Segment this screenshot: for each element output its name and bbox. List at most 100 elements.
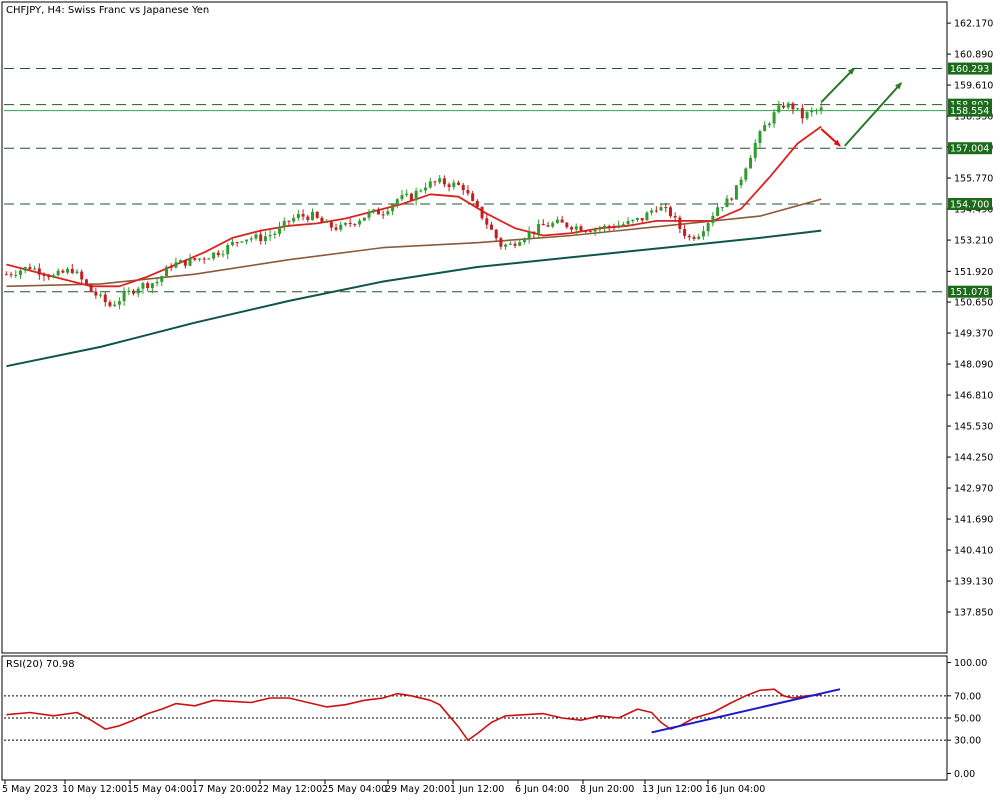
main-chart-frame (1, 1, 948, 654)
rsi-tick-label: 100.00 (954, 658, 987, 669)
bull-candle (405, 193, 409, 196)
bull-candle (716, 207, 720, 216)
bull-candle (626, 220, 630, 225)
price-tick-label: 155.770 (954, 174, 993, 185)
bull-candle (263, 236, 267, 242)
bear-candle (348, 222, 352, 225)
bear-candle (235, 242, 239, 244)
bull-candle (226, 244, 230, 255)
bear-candle (461, 184, 465, 191)
bear-candle (612, 226, 616, 228)
bear-candle (791, 103, 795, 110)
bull-candle (814, 110, 818, 112)
bear-candle (301, 213, 305, 217)
bull-candle (551, 223, 555, 227)
bear-candle (607, 225, 611, 227)
bear-candle (532, 231, 536, 234)
bull-candle (518, 242, 522, 246)
bull-candle (701, 231, 705, 237)
bear-candle (457, 182, 461, 185)
bull-candle (720, 207, 724, 209)
time-tick-label: 13 Jun 12:00 (642, 784, 702, 795)
bull-candle (56, 270, 60, 276)
bear-candle (334, 227, 338, 230)
bull-candle (777, 105, 781, 113)
bull-candle (753, 142, 757, 158)
bear-candle (730, 198, 734, 200)
bear-candle (565, 222, 569, 228)
bull-candle (325, 221, 329, 223)
bear-candle (84, 279, 88, 285)
rsi-title: RSI(20) 70.98 (6, 659, 75, 670)
price-tick-label: 149.370 (954, 329, 993, 340)
bull-candle (617, 225, 621, 228)
bear-candle (664, 207, 668, 209)
bear-candle (499, 238, 503, 247)
bull-candle (249, 238, 253, 240)
bear-candle (800, 108, 804, 119)
bear-candle (216, 252, 220, 256)
bull-candle (711, 215, 715, 224)
bear-candle (320, 217, 324, 223)
bear-candle (169, 266, 173, 268)
bull-candle (819, 107, 823, 111)
bear-candle (485, 218, 489, 225)
bull-candle (136, 288, 140, 294)
bull-candle (174, 262, 178, 268)
bull-candle (362, 217, 366, 221)
price-tick-label: 146.810 (954, 391, 993, 402)
bear-candle (570, 227, 574, 230)
time-tick-label: 1 Jun 12:00 (450, 784, 504, 795)
bull-candle (645, 212, 649, 221)
bear-candle (329, 221, 333, 228)
bull-candle (99, 294, 103, 296)
bull-candle (631, 219, 635, 221)
time-tick-label: 16 Jun 04:00 (705, 784, 765, 795)
bull-candle (527, 231, 531, 239)
bull-candle (706, 223, 710, 232)
bear-candle (381, 214, 385, 216)
time-tick-label: 29 May 20:00 (385, 784, 450, 795)
bull-candle (14, 274, 18, 276)
bull-candle (763, 125, 767, 132)
time-tick-label: 22 May 12:00 (257, 784, 322, 795)
bull-candle (438, 178, 442, 183)
level-label: 157.004 (950, 144, 989, 155)
bull-candle (268, 235, 272, 237)
bear-candle (494, 229, 498, 239)
bear-candle (42, 274, 46, 276)
bull-candle (744, 168, 748, 180)
bull-candle (395, 199, 399, 205)
bull-candle (141, 283, 145, 289)
bull-candle (386, 211, 390, 215)
bear-candle (692, 237, 696, 239)
time-tick-label: 6 Jun 04:00 (515, 784, 569, 795)
price-tick-label: 139.130 (954, 577, 993, 588)
bull-candle (339, 224, 343, 230)
bear-candle (202, 258, 206, 260)
bull-candle (230, 242, 234, 245)
bull-candle (598, 228, 602, 230)
bear-candle (513, 243, 517, 246)
bull-candle (160, 276, 164, 282)
bear-candle (94, 291, 98, 296)
bull-candle (221, 254, 225, 256)
time-tick-label: 17 May 20:00 (192, 784, 257, 795)
bear-candle (376, 209, 380, 215)
bear-candle (183, 260, 187, 266)
bear-candle (683, 228, 687, 236)
bull-candle (122, 292, 126, 302)
bull-candle (212, 252, 216, 259)
time-axis: 5 May 2023 10 May 12:00 15 May 04:00 17 May… (2, 780, 765, 795)
price-tick-label: 145.530 (954, 422, 993, 433)
bull-candle (739, 179, 743, 186)
bull-candle (75, 271, 79, 273)
bull-candle (113, 304, 117, 307)
time-tick-label: 25 May 04:00 (322, 784, 387, 795)
bull-candle (358, 220, 362, 225)
bear-candle (471, 193, 475, 201)
bull-candle (51, 275, 55, 278)
bull-candle (786, 103, 790, 108)
price-tick-label: 150.650 (954, 298, 993, 309)
bear-candle (353, 224, 357, 226)
